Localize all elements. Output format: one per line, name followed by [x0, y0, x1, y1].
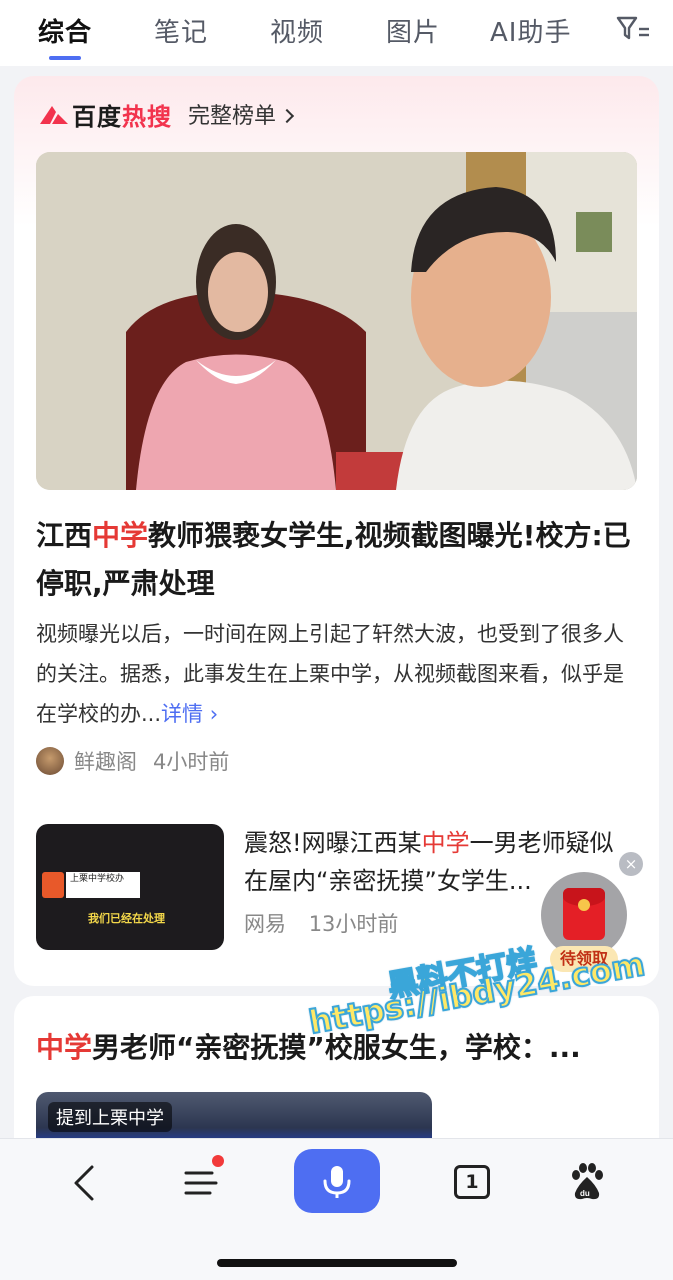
- hot-search-header: 百度热搜 完整榜单: [38, 98, 295, 131]
- red-packet-icon: [563, 888, 605, 940]
- notification-dot: [212, 1155, 224, 1167]
- thumbnail-badge: 上栗中学校办: [66, 872, 140, 898]
- filter-icon[interactable]: [615, 14, 651, 44]
- active-tab-indicator: [49, 56, 81, 60]
- hot-search-card: 百度热搜 完整榜单 江西中学教师猥亵女学生,视频截图曝光!校方:已停职,严肃处理…: [14, 76, 659, 986]
- details-link[interactable]: 详情 ›: [161, 702, 218, 726]
- tab-notes[interactable]: 笔记: [154, 12, 208, 49]
- hot-search-brand: 百度热搜: [72, 102, 172, 131]
- source-avatar: [36, 747, 64, 775]
- news-meta: 网易 13小时前: [244, 908, 398, 938]
- back-icon[interactable]: [66, 1163, 106, 1203]
- news-source[interactable]: 网易: [244, 912, 286, 936]
- home-indicator: [217, 1259, 457, 1267]
- bottom-toolbar: 1 du: [0, 1138, 673, 1280]
- tab-videos[interactable]: 视频: [270, 12, 324, 49]
- article-summary: 视频曝光以后，一时间在网上引起了轩然大波，也受到了很多人的关注。据悉，此事发生在…: [36, 622, 624, 726]
- article-photo: [36, 152, 637, 490]
- microphone-icon: [42, 872, 64, 898]
- news-time: 13小时前: [308, 912, 399, 936]
- microphone-icon: [323, 1166, 351, 1198]
- article-main-image[interactable]: [36, 152, 637, 490]
- svg-text:du: du: [580, 1189, 590, 1198]
- tab-ai-assistant[interactable]: AI助手: [490, 12, 571, 49]
- voice-search-button[interactable]: [294, 1149, 380, 1213]
- news-thumbnail[interactable]: 上栗中学校办 我们已经在处理: [36, 824, 224, 950]
- menu-icon[interactable]: [182, 1163, 222, 1203]
- source-name[interactable]: 鲜趣阁: [74, 746, 137, 776]
- tab-images[interactable]: 图片: [386, 12, 440, 49]
- publish-time: 4小时前: [153, 750, 230, 774]
- thumbnail-caption: 我们已经在处理: [88, 912, 165, 925]
- article-meta: 鲜趣阁 4小时前: [36, 746, 229, 776]
- tab-comprehensive[interactable]: 综合: [38, 12, 92, 49]
- article-headline[interactable]: 江西中学教师猥亵女学生,视频截图曝光!校方:已停职,严肃处理: [36, 512, 637, 608]
- search-tabs: 综合 笔记 视频 图片 AI助手: [0, 0, 673, 66]
- tabs-count-button[interactable]: 1: [454, 1165, 490, 1199]
- full-list-link[interactable]: 完整榜单: [188, 98, 295, 130]
- baidu-hot-logo-icon: [40, 106, 68, 124]
- chevron-right-icon: [279, 108, 295, 124]
- baidu-paw-icon[interactable]: du: [566, 1161, 608, 1203]
- close-icon[interactable]: ×: [619, 852, 643, 876]
- video-tag: 提到上栗中学: [48, 1102, 172, 1132]
